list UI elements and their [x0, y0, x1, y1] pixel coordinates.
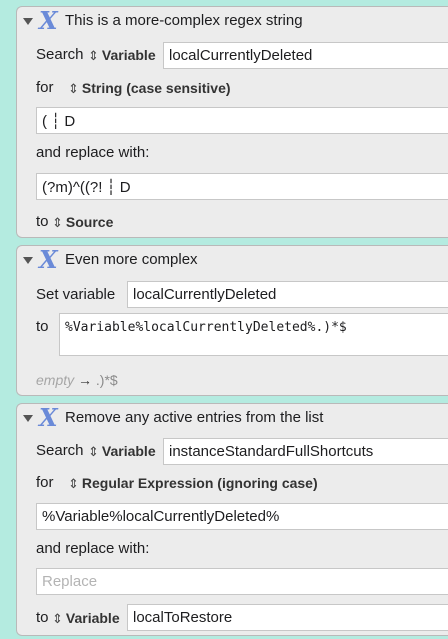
- updown-icon: ⇕: [88, 444, 99, 459]
- match-mode-value: String (case sensitive): [81, 80, 231, 96]
- for-label: for: [36, 474, 54, 491]
- dest-type-select[interactable]: ⇕ Variable: [52, 610, 120, 627]
- preview-empty: empty: [36, 372, 75, 388]
- search-label: Search: [36, 442, 84, 459]
- disclosure-triangle-icon[interactable]: [23, 18, 33, 25]
- match-mode-select[interactable]: ⇕ String (case sensitive): [68, 80, 231, 97]
- preview-text: empty → .)*$: [36, 372, 118, 388]
- action-title[interactable]: Remove any active entries from the list: [65, 409, 323, 426]
- variable-name-field[interactable]: localCurrentlyDeleted: [127, 281, 448, 308]
- dest-type-value: Variable: [65, 610, 120, 626]
- replace-label: and replace with:: [36, 540, 150, 557]
- action-x-icon: X: [39, 245, 58, 274]
- action-title[interactable]: Even more complex: [65, 251, 198, 268]
- search-label: Search: [36, 46, 84, 63]
- action-set-variable: X Even more complex Set variable localCu…: [16, 245, 448, 396]
- updown-icon: ⇕: [68, 476, 79, 491]
- to-label: to: [36, 213, 49, 230]
- find-text-field[interactable]: %Variable%localCurrentlyDeleted%: [36, 503, 448, 530]
- set-variable-label: Set variable: [36, 286, 116, 303]
- source-type-value: Variable: [101, 47, 156, 63]
- to-label: to: [36, 318, 49, 335]
- updown-icon: ⇕: [88, 48, 99, 63]
- updown-icon: ⇕: [68, 81, 79, 96]
- match-mode-select[interactable]: ⇕ Regular Expression (ignoring case): [68, 475, 318, 492]
- for-label: for: [36, 79, 54, 96]
- action-title[interactable]: This is a more-complex regex string: [65, 12, 303, 29]
- action-regex-string: X This is a more-complex regex string Se…: [16, 6, 448, 238]
- replace-label: and replace with:: [36, 144, 150, 161]
- source-type-value: Variable: [101, 443, 156, 459]
- source-type-select[interactable]: ⇕ Variable: [88, 47, 156, 64]
- source-type-select[interactable]: ⇕ Variable: [88, 443, 156, 460]
- to-label: to: [36, 609, 49, 626]
- dest-variable-field[interactable]: localToRestore: [127, 604, 448, 631]
- action-x-icon: X: [39, 403, 58, 432]
- updown-icon: ⇕: [52, 611, 63, 626]
- arrow-right-icon: →: [78, 372, 93, 388]
- source-variable-field[interactable]: instanceStandardFullShortcuts: [163, 438, 448, 465]
- match-mode-value: Regular Expression (ignoring case): [81, 475, 318, 491]
- action-remove-entries: X Remove any active entries from the lis…: [16, 403, 448, 636]
- preview-value: .)*$: [95, 372, 118, 388]
- replace-text-field[interactable]: Replace: [36, 568, 448, 595]
- dest-type-value: Source: [65, 214, 114, 230]
- value-text-area[interactable]: %Variable%localCurrentlyDeleted%.)*$: [59, 313, 448, 356]
- action-header[interactable]: X Even more complex: [17, 246, 448, 276]
- replace-text-field[interactable]: (?m)^((?! ┆ D: [36, 173, 448, 200]
- disclosure-triangle-icon[interactable]: [23, 415, 33, 422]
- find-text-field[interactable]: ( ┆ D: [36, 107, 448, 134]
- action-header[interactable]: X This is a more-complex regex string: [17, 7, 448, 37]
- action-x-icon: X: [39, 6, 58, 35]
- source-variable-field[interactable]: localCurrentlyDeleted: [163, 42, 448, 69]
- updown-icon: ⇕: [52, 215, 63, 230]
- action-header[interactable]: X Remove any active entries from the lis…: [17, 404, 448, 434]
- disclosure-triangle-icon[interactable]: [23, 257, 33, 264]
- dest-type-select[interactable]: ⇕ Source: [52, 214, 113, 231]
